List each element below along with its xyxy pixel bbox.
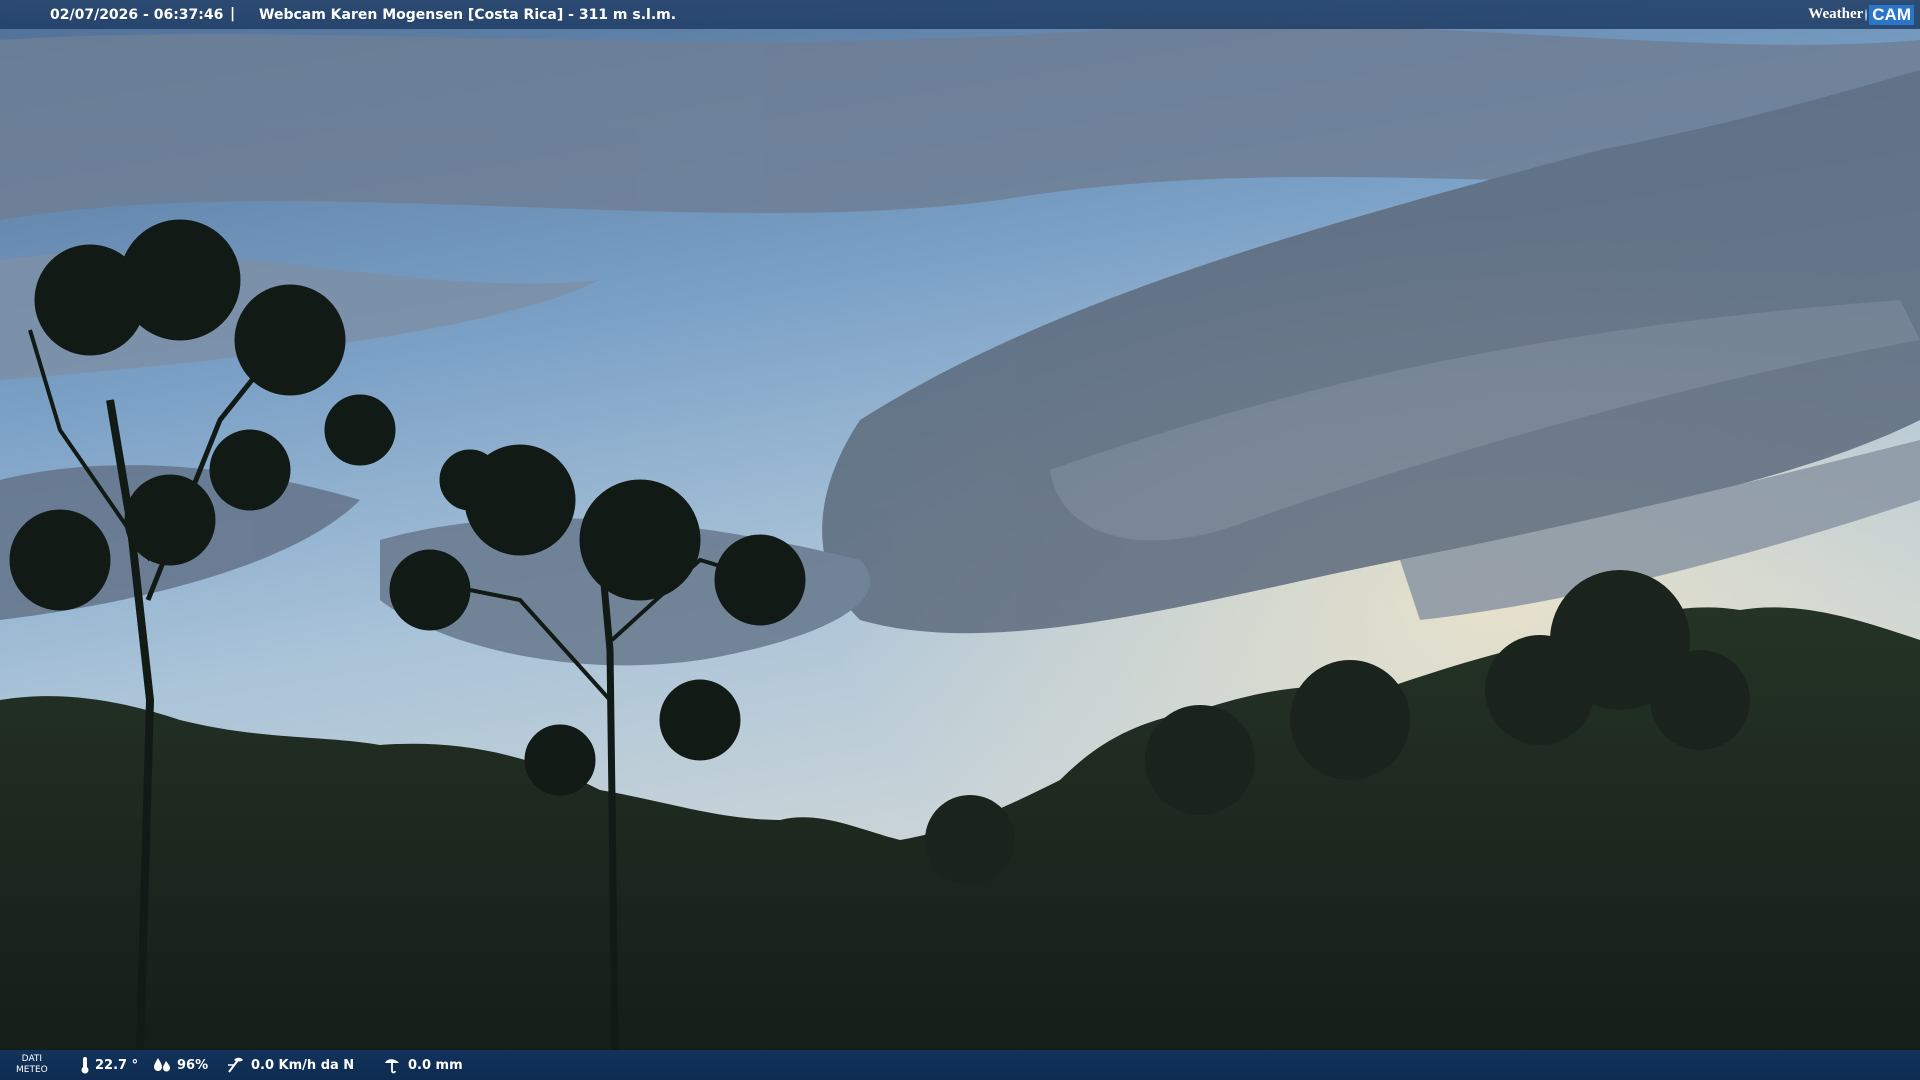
humidity-reading: 96% [152, 1056, 208, 1074]
logo-weather-text: Weather [1808, 6, 1864, 22]
weather-bar-label-line2: METEO [16, 1065, 48, 1075]
weather-bar-label: DATI METEO [16, 1054, 48, 1076]
header-separator: | [230, 6, 236, 22]
humidity-drops-icon [154, 1058, 170, 1072]
header-banner: 02/07/2026 - 06:37:46 | Webcam Karen Mog… [0, 0, 1920, 29]
humidity-value: 96% [177, 1057, 209, 1073]
webcam-frame: 02/07/2026 - 06:37:46 | Webcam Karen Mog… [0, 0, 1920, 1080]
wind-value: 0.0 Km/h da N [251, 1057, 355, 1073]
weathercam-logo: Weather CAM [1808, 0, 1920, 29]
wind-icon [228, 1057, 243, 1073]
temperature-value: 22.7 ° [95, 1057, 139, 1073]
rain-gauge-icon [385, 1059, 399, 1074]
thermometer-icon [81, 1057, 89, 1074]
temperature-reading: 22.7 ° [80, 1056, 138, 1074]
capture-datetime: 02/07/2026 - 06:37:46 [50, 7, 224, 23]
logo-dot-icon [1865, 8, 1868, 21]
logo-cam-text: CAM [1869, 4, 1914, 25]
rain-value: 0.0 mm [408, 1057, 463, 1073]
webcam-title: Webcam Karen Mogensen [Costa Rica] - 311… [259, 7, 677, 23]
weather-data-bar: DATI METEO 22.7 ° 96% 0.0 Km/h da N 0.0 … [0, 1050, 1920, 1080]
webcam-image [0, 0, 1920, 1080]
rain-reading: 0.0 mm [383, 1056, 463, 1074]
weather-bar-label-line1: DATI [21, 1054, 43, 1064]
wind-reading: 0.0 Km/h da N [226, 1056, 354, 1074]
